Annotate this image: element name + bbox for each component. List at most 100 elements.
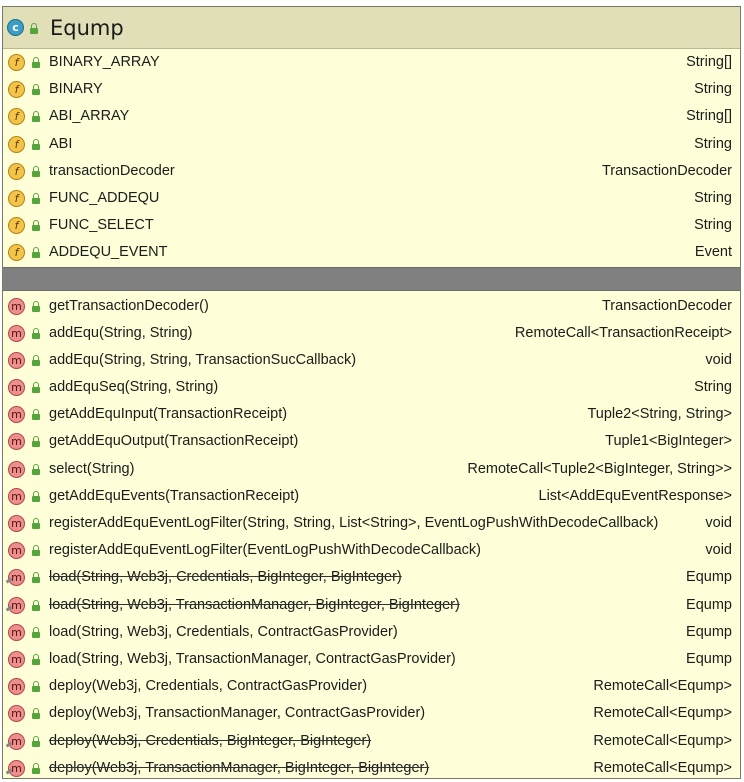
public-lock-icon <box>32 354 40 366</box>
method-return-type: Eqump <box>686 650 732 667</box>
method-icon: m <box>8 542 25 560</box>
method-row[interactable]: m load(String, Web3j, TransactionManager,… <box>3 592 740 619</box>
method-signature: addEqu(String, String) <box>49 324 193 341</box>
public-lock-icon <box>32 599 40 611</box>
public-lock-icon <box>32 220 40 232</box>
field-row[interactable]: f ADDEQU_EVENT Event <box>3 239 740 266</box>
method-row[interactable]: m deploy(Web3j, TransactionManager, Contr… <box>3 700 740 727</box>
method-row[interactable]: m deploy(Web3j, Credentials, ContractGasP… <box>3 673 740 700</box>
method-row[interactable]: m deploy(Web3j, TransactionManager, BigIn… <box>3 755 740 782</box>
method-icon: m <box>5 569 25 587</box>
field-row[interactable]: f BINARY_ARRAY String[] <box>3 49 740 76</box>
field-icon: f <box>8 108 25 126</box>
method-row[interactable]: m addEqu(String, String, TransactionSucCa… <box>3 347 740 374</box>
method-return-type: void <box>705 351 732 368</box>
method-row[interactable]: m addEquSeq(String, String) String <box>3 374 740 401</box>
method-icon: m <box>8 379 25 397</box>
method-return-type: Eqump <box>686 596 732 613</box>
field-type: String <box>694 81 732 98</box>
method-signature: registerAddEquEventLogFilter(EventLogPus… <box>49 542 482 559</box>
method-return-type: RemoteCall<Eqump> <box>593 705 732 722</box>
public-lock-icon <box>32 708 40 720</box>
field-name: BINARY_ARRAY <box>49 54 160 70</box>
field-row[interactable]: f ABI_ARRAY String[] <box>3 103 740 130</box>
public-lock-icon <box>32 490 40 502</box>
field-type: String <box>694 217 732 234</box>
method-signature: deploy(Web3j, TransactionManager, BigInt… <box>49 759 430 776</box>
method-icon: m <box>8 515 25 532</box>
field-icon: f <box>8 244 25 262</box>
field-row[interactable]: f ABI String <box>3 131 740 158</box>
field-type: TransactionDecoder <box>601 162 732 179</box>
fields-list: f BINARY_ARRAY String[] f BINARY String f ABI_A… <box>3 49 740 267</box>
method-icon: m <box>5 596 25 614</box>
public-lock-icon <box>32 111 40 123</box>
field-name: transactionDecoder <box>49 162 175 179</box>
field-name: ADDEQU_EVENT <box>49 244 168 261</box>
method-row[interactable]: m load(String, Web3j, Credentials, BigInt… <box>3 564 740 591</box>
method-return-type: Tuple1<BigInteger> <box>605 433 732 450</box>
method-icon: m <box>8 678 25 696</box>
method-row[interactable]: m getAddEquEvents(TransactionReceipt) List… <box>3 483 740 510</box>
method-signature: deploy(Web3j, TransactionManager, Contra… <box>49 705 426 722</box>
class-diagram-panel: c Eqump f BINARY_ARRAY String[] f BINARY Stri… <box>2 6 741 779</box>
method-return-type: Tuple2<String, String> <box>587 406 732 423</box>
method-icon: m <box>8 623 25 641</box>
public-lock-icon <box>32 735 40 747</box>
field-row[interactable]: f transactionDecoder TransactionDecoder <box>3 158 740 185</box>
public-lock-icon <box>32 436 40 448</box>
method-row[interactable]: m select(String) RemoteCall<Tuple2<BigInte… <box>3 456 740 483</box>
public-lock-icon <box>32 382 40 394</box>
method-row[interactable]: m registerAddEquEventLogFilter(EventLogPu… <box>3 537 740 564</box>
method-row[interactable]: m load(String, Web3j, TransactionManager,… <box>3 646 740 673</box>
method-signature: deploy(Web3j, Credentials, ContractGasPr… <box>49 678 368 695</box>
field-type: String <box>694 135 732 152</box>
method-signature: select(String) <box>49 460 135 477</box>
method-return-type: RemoteCall<Eqump> <box>593 678 732 695</box>
method-icon: m <box>8 297 25 315</box>
field-name: ABI <box>49 135 73 152</box>
class-header[interactable]: c Eqump <box>3 7 740 49</box>
method-icon: m <box>8 351 25 369</box>
field-row[interactable]: f BINARY String <box>3 76 740 103</box>
method-return-type: void <box>705 542 732 559</box>
method-return-type: String <box>694 379 732 396</box>
field-name: FUNC_ADDEQU <box>49 189 160 206</box>
method-row[interactable]: m deploy(Web3j, Credentials, BigInteger, … <box>3 728 740 755</box>
field-row[interactable]: f FUNC_SELECT String <box>3 212 740 239</box>
field-icon: f <box>8 81 25 99</box>
public-lock-icon <box>32 681 40 693</box>
class-icon: c <box>7 19 24 36</box>
method-return-type: Eqump <box>686 623 732 640</box>
public-lock-icon <box>32 165 40 177</box>
method-signature: registerAddEquEventLogFilter(String, Str… <box>49 515 659 531</box>
field-type: String <box>694 189 732 206</box>
field-row[interactable]: f FUNC_ADDEQU String <box>3 185 740 212</box>
method-signature: addEqu(String, String, TransactionSucCal… <box>49 351 357 368</box>
method-row[interactable]: m getTransactionDecoder() TransactionDecod… <box>3 293 740 320</box>
fields-methods-separator <box>3 266 740 291</box>
method-row[interactable]: m load(String, Web3j, Credentials, Contra… <box>3 619 740 646</box>
method-icon: m <box>5 732 25 750</box>
field-name: ABI_ARRAY <box>49 108 130 125</box>
method-signature: addEquSeq(String, String) <box>49 379 219 396</box>
method-icon: m <box>8 487 25 505</box>
method-return-type: RemoteCall<Eqump> <box>593 732 732 749</box>
method-icon: m <box>8 705 25 723</box>
method-return-type: List<AddEquEventResponse> <box>538 487 732 504</box>
field-icon: f <box>8 217 25 235</box>
method-signature: deploy(Web3j, Credentials, BigInteger, B… <box>49 732 372 749</box>
public-lock-icon <box>32 409 40 421</box>
public-lock-icon <box>32 84 40 96</box>
method-return-type: TransactionDecoder <box>601 297 732 314</box>
method-return-type: RemoteCall<Eqump> <box>593 759 732 776</box>
method-row[interactable]: m addEqu(String, String) RemoteCall<Transa… <box>3 320 740 347</box>
method-row[interactable]: m getAddEquInput(TransactionReceipt) Tuple… <box>3 401 740 428</box>
method-signature: load(String, Web3j, Credentials, Contrac… <box>49 623 398 640</box>
public-lock-icon <box>32 572 40 584</box>
method-return-type: RemoteCall<TransactionReceipt> <box>514 324 732 341</box>
method-row[interactable]: m registerAddEquEventLogFilter(String, St… <box>3 510 740 537</box>
method-row[interactable]: m getAddEquOutput(TransactionReceipt) Tupl… <box>3 428 740 455</box>
method-signature: getAddEquInput(TransactionReceipt) <box>49 406 288 423</box>
method-signature: getTransactionDecoder() <box>49 297 209 314</box>
